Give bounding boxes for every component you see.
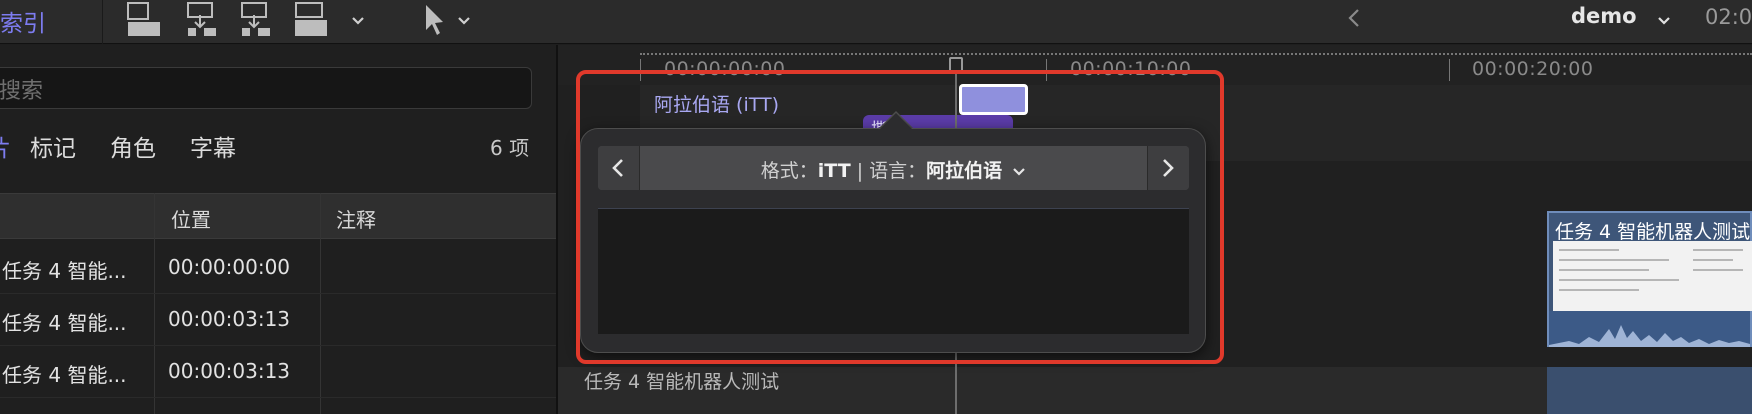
tab-clips[interactable]: 片 xyxy=(0,129,11,163)
video-clip-title: 任务 4 智能机器人测试 xyxy=(1555,221,1751,243)
row-position: 00:00:00:00 xyxy=(168,255,291,279)
search-input[interactable]: 搜索 xyxy=(0,67,532,109)
row-name: 任务 4 智能... xyxy=(2,311,127,335)
ruler-tick xyxy=(1449,59,1450,81)
select-tool-icon[interactable] xyxy=(422,0,446,44)
append-clip-icon[interactable] xyxy=(240,0,276,44)
row-position: 00:00:03:13 xyxy=(168,359,291,383)
back-chevron-icon[interactable] xyxy=(1346,8,1362,32)
index-title[interactable]: 索引 xyxy=(0,4,46,38)
video-clip[interactable]: 任务 4 智能机器人测试 xyxy=(1547,211,1752,347)
ruler-label: 00:00:20:00 xyxy=(1472,58,1594,80)
timecode-display: 02:0 xyxy=(1705,5,1752,29)
timeline-index-pane: 搜索 片 标记 角色 字幕 6 项 位置 注释 任务 4 智能... 00:00… xyxy=(0,45,556,414)
table-row[interactable]: 任务 4 智能... 00:00:03:13 xyxy=(0,293,556,345)
row-name: 任务 4 智能... xyxy=(2,259,127,283)
item-count: 6 项 xyxy=(490,136,530,160)
row-divider xyxy=(0,397,556,398)
chevron-down-icon[interactable] xyxy=(350,12,366,32)
column-header-position[interactable]: 位置 xyxy=(171,204,211,233)
table-row[interactable]: 任务 4 智能... 00:00:03:13 xyxy=(0,345,556,397)
toolbar-separator xyxy=(102,0,103,44)
chevron-down-icon[interactable] xyxy=(456,12,472,32)
project-name[interactable]: demo xyxy=(1571,4,1637,28)
table-row[interactable]: 任务 4 智能... 00:00:00:00 xyxy=(0,241,556,293)
chevron-down-icon[interactable] xyxy=(1656,12,1672,32)
row-name: 任务 4 智能... xyxy=(2,363,127,387)
row-position: 00:00:03:13 xyxy=(168,307,291,331)
thumb-line xyxy=(1559,259,1669,261)
video-thumbnail xyxy=(1553,241,1752,311)
tab-roles[interactable]: 角色 xyxy=(110,129,156,163)
ruler-dots xyxy=(640,53,1752,55)
thumb-line xyxy=(1559,279,1679,281)
column-header-notes[interactable]: 注释 xyxy=(336,204,376,233)
connect-clip-icon[interactable] xyxy=(126,0,162,44)
primary-storyline-clip-selected[interactable] xyxy=(1547,367,1752,414)
thumb-line xyxy=(1693,259,1733,261)
thumb-line xyxy=(1559,249,1619,251)
top-toolbar: 索引 demo 02:0 xyxy=(0,0,1752,44)
thumb-line xyxy=(1559,269,1649,271)
thumb-line xyxy=(1693,249,1743,251)
overwrite-clip-icon[interactable] xyxy=(293,0,329,44)
highlight-box xyxy=(576,70,1224,364)
thumb-line xyxy=(1559,289,1639,291)
search-placeholder: 搜索 xyxy=(0,79,44,104)
audio-waveform xyxy=(1549,311,1750,347)
tab-captions[interactable]: 字幕 xyxy=(190,129,236,163)
insert-clip-icon[interactable] xyxy=(186,0,222,44)
thumb-line xyxy=(1693,269,1743,271)
table-header: 位置 注释 xyxy=(0,193,556,239)
storyline-clip-title: 任务 4 智能机器人测试 xyxy=(584,371,780,393)
tab-tags[interactable]: 标记 xyxy=(30,129,76,163)
